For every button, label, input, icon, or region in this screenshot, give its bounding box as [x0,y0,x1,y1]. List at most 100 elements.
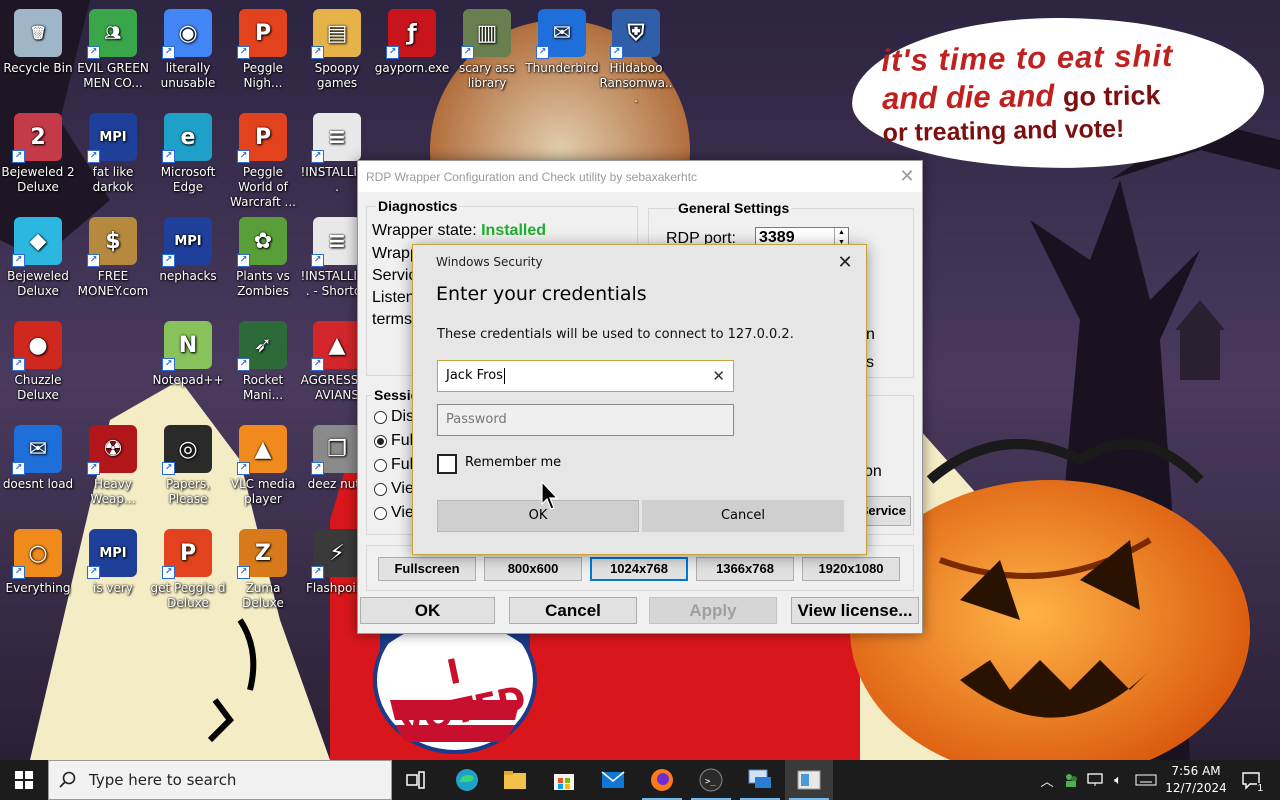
desktop-icon[interactable]: 👥︎ ↗ EVIL GREEN MEN CO... [75,3,151,91]
taskbar-edge[interactable] [443,760,491,800]
rdp-close-icon[interactable]: ✕ [892,166,922,187]
radio-icon[interactable] [374,410,387,424]
desktop-icon[interactable]: e ↗ Microsoft Edge [150,107,226,195]
folder-icon[interactable]: ▤ ↗ [311,9,361,59]
rocket-icon[interactable]: ➶ ↗ [237,321,287,371]
flash-icon[interactable]: ƒ ↗ [386,9,436,59]
desktop-icon[interactable]: ✉︎ ↗ doesnt load [0,419,76,492]
password-input[interactable]: Password [437,404,734,436]
session-option-4[interactable]: Vie [374,504,414,522]
desktop-icon[interactable]: ☢︎ ↗ Heavy Weap... [75,419,151,507]
notepad-icon[interactable]: N ↗ [162,321,212,371]
radio-icon[interactable] [374,506,387,520]
desktop-icon[interactable]: ➶ ↗ Rocket Mani... [225,315,301,403]
tray-keyboard-icon[interactable] [1132,760,1160,800]
desktop-icon[interactable]: $ ↗ FREE MONEY.com [75,211,151,299]
flashpoint-icon[interactable]: ⚡︎ ↗ [311,529,361,579]
session-option-3[interactable]: Vie [374,480,414,498]
radio-selected-icon[interactable] [374,434,387,448]
session-option-2[interactable]: Ful [374,456,413,474]
peggle-icon[interactable]: P ↗ [162,529,212,579]
cancel-button[interactable]: Cancel [642,500,844,532]
desktop-icon[interactable]: P ↗ Peggle World of Warcraft ... [225,107,301,210]
taskbar-file-explorer[interactable] [491,760,539,800]
desktop-icon[interactable]: ▲ ↗ VLC media player [225,419,301,507]
close-icon[interactable]: ✕ [834,251,856,273]
desktop-icon[interactable]: 🗑︎ Recycle Bin [0,3,76,76]
desktop-icon[interactable]: ● ↗ Chuzzle Deluxe [0,315,76,403]
library-icon[interactable]: ▥ ↗ [461,9,511,59]
view-license-button[interactable]: View license... [791,597,919,624]
desktop-icon[interactable]: P ↗ Peggle Nigh... [225,3,301,91]
res-1024x768-button[interactable]: 1024x768 [590,557,688,581]
radiation-icon[interactable]: ☢︎ ↗ [87,425,137,475]
session-option-0[interactable]: Dis [374,408,414,426]
desktop-icon[interactable]: 2 ↗ Bejeweled 2 Deluxe [0,107,76,195]
mpi-icon[interactable]: MPI ↗ [87,113,137,163]
plant-icon[interactable]: ✿ ↗ [237,217,287,267]
session-option-1[interactable]: Ful [374,432,413,450]
desktop-icon[interactable]: ✉︎ ↗ Thunderbird [524,3,600,76]
remember-me-checkbox[interactable] [437,454,457,474]
desktop-icon[interactable]: Z ↗ Zuma Deluxe [225,523,301,611]
rdp-ok-button[interactable]: OK [360,597,495,624]
desktop-icon[interactable]: MPI ↗ is very [75,523,151,596]
peggle-icon[interactable]: P ↗ [237,113,287,163]
shield-icon[interactable]: ⛨ ↗ [610,9,660,59]
angry-bird-icon[interactable]: ▲ ↗ [311,321,361,371]
windows-security-dialog[interactable]: Windows Security ✕ Enter your credential… [412,244,867,555]
rdp-apply-button[interactable]: Apply [649,597,777,624]
document-icon[interactable]: ≡ ↗ [311,217,361,267]
remember-me-label[interactable]: Remember me [465,455,561,470]
res-fullscreen-button[interactable]: Fullscreen [378,557,476,581]
desktop-icon[interactable]: ✿ ↗ Plants vs Zombies [225,211,301,299]
peggle-icon[interactable]: P ↗ [237,9,287,59]
desktop-icon[interactable]: ▤ ↗ Spoopy games [299,3,375,91]
diamond-icon[interactable]: ◆ ↗ [12,217,62,267]
gem-icon[interactable]: 2 ↗ [12,113,62,163]
taskbar-mail[interactable] [589,760,637,800]
papers-please-icon[interactable]: ◎ ↗ [162,425,212,475]
people-icon[interactable]: 👥︎ ↗ [87,9,137,59]
taskbar-rdp-config[interactable] [785,760,833,800]
desktop-icon[interactable]: MPI ↗ fat like darkok [75,107,151,195]
thunderbird-icon[interactable]: ✉︎ ↗ [12,425,62,475]
taskbar-remote-desktop[interactable] [736,760,784,800]
tray-volume-icon[interactable]: 🔈︎ [1107,760,1129,800]
edge-icon[interactable]: e ↗ [162,113,212,163]
desktop-icon[interactable]: N ↗ Notepad++ [150,315,226,388]
document-icon[interactable]: ≡ ↗ [311,113,361,163]
radio-icon[interactable] [374,482,387,496]
username-input[interactable]: Jack Fros ✕ [437,360,734,392]
desktop-icon[interactable]: ⛨ ↗ Hildaboo Ransomwa... [598,3,674,106]
rdp-titlebar[interactable]: RDP Wrapper Configuration and Check util… [358,161,922,192]
desktop-icon[interactable]: ◉ ↗ literally unusable [150,3,226,91]
notification-center-button[interactable]: 1 [1236,760,1266,800]
desktop-icon[interactable]: ◎ ↗ Papers, Please [150,419,226,507]
clear-icon[interactable]: ✕ [712,361,725,391]
taskbar-firefox[interactable] [638,760,686,800]
windows-stack-icon[interactable]: ❐ ↗ [311,425,361,475]
start-button[interactable] [0,760,48,800]
tray-network-icon[interactable] [1084,760,1106,800]
recycle-bin-icon[interactable]: 🗑︎ [14,9,62,57]
res-800x600-button[interactable]: 800x600 [484,557,582,581]
chuzzle-icon[interactable]: ● ↗ [12,321,62,371]
taskbar-store[interactable] [540,760,588,800]
vlc-icon[interactable]: ▲ ↗ [237,425,287,475]
desktop-icon[interactable]: ○ ↗ Everything [0,523,76,596]
chrome-icon[interactable]: ◉ ↗ [162,9,212,59]
ok-button[interactable]: OK [437,500,639,532]
zuma-icon[interactable]: Z ↗ [237,529,287,579]
taskbar-search-box[interactable]: Type here to search [48,760,392,800]
desktop-icon[interactable]: ▥ ↗ scary ass library [449,3,525,91]
mpi-icon[interactable]: MPI ↗ [162,217,212,267]
thunderbird-icon[interactable]: ✉︎ ↗ [536,9,586,59]
tray-chevron-up-icon[interactable]: ︿ [1036,760,1058,800]
desktop-icon[interactable]: P ↗ get Peggle d Deluxe [150,523,226,611]
task-view-button[interactable] [392,760,440,800]
taskbar-clock[interactable]: 7:56 AM 12/7/2024 [1164,763,1228,797]
desktop-icon[interactable]: MPI ↗ nephacks [150,211,226,284]
radio-icon[interactable] [374,458,387,472]
mpi-icon[interactable]: MPI ↗ [87,529,137,579]
